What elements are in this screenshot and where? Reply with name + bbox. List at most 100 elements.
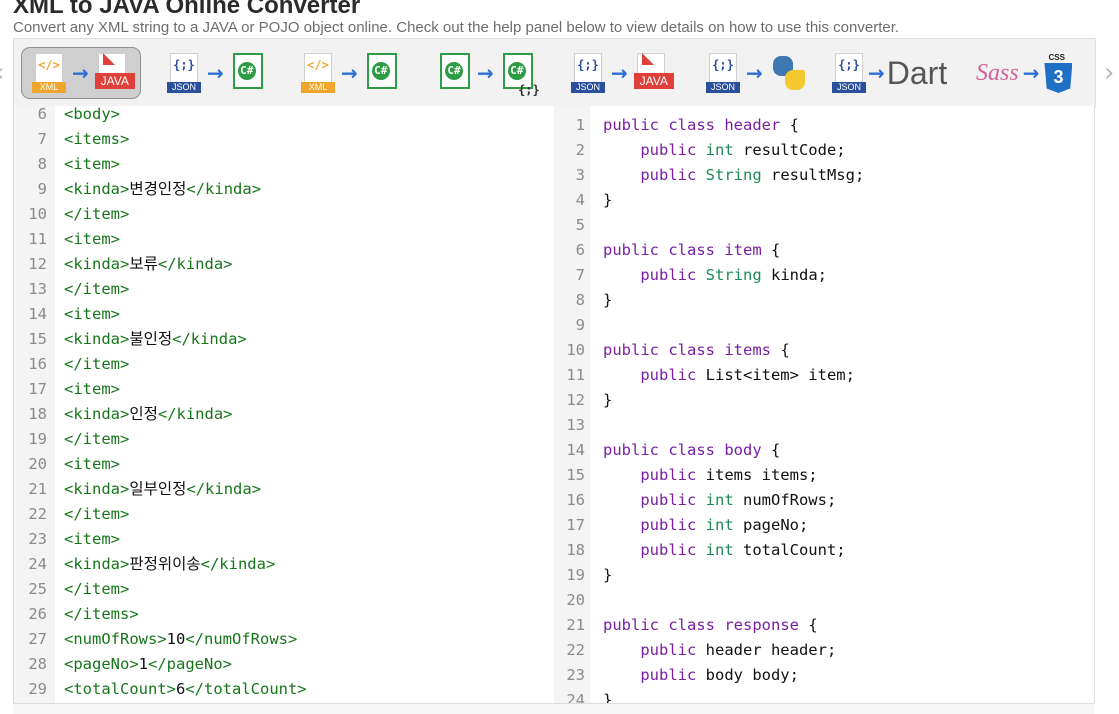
tool-csharp-to-json[interactable]: C# → C# {;} xyxy=(437,47,540,99)
code-line: 24} xyxy=(554,688,612,703)
code-text: public class items { xyxy=(603,338,790,363)
xml-close-tag: </kinda> xyxy=(157,255,233,273)
line-number: 27 xyxy=(28,630,47,648)
line-number: 26 xyxy=(28,605,47,623)
csharp-file-icon: C# xyxy=(364,53,398,93)
xml-tag: <item> xyxy=(64,230,120,248)
tool-json-to-csharp[interactable]: {;} JSON → C# xyxy=(167,47,264,99)
xml-open-tag: <kinda> xyxy=(64,480,130,498)
toolbar-next-icon[interactable]: › xyxy=(1104,58,1114,88)
tool-sass-to-css[interactable]: Sass → CSS 3 xyxy=(976,47,1073,99)
code-line: 9 xyxy=(554,313,603,338)
java-class-name: body xyxy=(724,441,762,459)
code-line: 21 <kinda>일부인정</kinda> xyxy=(14,477,261,502)
xml-value: 10 xyxy=(166,630,186,648)
line-number: 11 xyxy=(28,230,47,248)
java-text xyxy=(603,266,640,284)
line-number: 7 xyxy=(37,130,47,148)
xml-value: 보류 xyxy=(129,255,158,273)
xml-value: 일부인정 xyxy=(129,480,187,498)
java-text: } xyxy=(603,191,613,209)
java-text xyxy=(603,491,640,509)
line-number: 4 xyxy=(575,191,585,209)
line-number: 5 xyxy=(575,216,585,234)
java-output-editor[interactable]: 1 public class header {2 public int resul… xyxy=(554,106,1095,703)
json-file-icon: {;} JSON xyxy=(167,53,201,93)
arrow-icon: → xyxy=(868,61,885,85)
code-text: public int resultCode; xyxy=(603,138,845,163)
code-text: </item> xyxy=(64,577,129,602)
code-line: 7 public String kinda; xyxy=(554,263,827,288)
java-keyword: class xyxy=(668,441,725,459)
csharp-file-icon: C# xyxy=(230,53,264,93)
code-line: 11 public List<item> item; xyxy=(554,363,855,388)
line-number: 9 xyxy=(37,180,47,198)
code-line: 27 <numOfRows>10</numOfRows> xyxy=(14,627,297,652)
code-text: </items> xyxy=(64,602,139,627)
arrow-icon: → xyxy=(72,61,89,85)
code-line: 1 public class header { xyxy=(554,113,799,138)
dart-logo: Dart xyxy=(886,54,948,91)
code-text: public int numOfRows; xyxy=(603,488,836,513)
java-text: { xyxy=(761,241,781,259)
line-number: 24 xyxy=(566,691,585,703)
code-line: 4} xyxy=(554,188,613,213)
xml-close-tag: </totalCount> xyxy=(185,680,307,698)
xml-open-tag: <pageNo> xyxy=(64,655,139,673)
line-number: 10 xyxy=(28,205,47,223)
code-line: 20 <item> xyxy=(14,452,120,477)
csharp-file-icon: C# xyxy=(437,53,471,93)
xml-value: 6 xyxy=(175,680,186,698)
tool-xml-to-java[interactable]: </> XML → JAVA xyxy=(21,47,141,99)
xml-input-editor[interactable]: 6 <body> 7 <items> 8 <item> 9 <kinda>변경인정</kind… xyxy=(13,106,554,703)
code-line: 10 public class items { xyxy=(554,338,790,363)
java-keyword: public xyxy=(640,666,706,684)
line-number: 6 xyxy=(575,241,585,259)
code-text: </item> xyxy=(64,352,129,377)
java-text: List<item> item; xyxy=(705,366,855,384)
code-line: 14 <item> xyxy=(14,302,120,327)
line-number: 1 xyxy=(575,116,585,134)
tool-json-to-java[interactable]: {;} JSON → JAVA xyxy=(571,47,674,99)
line-number: 24 xyxy=(28,555,47,573)
code-line: 3 public String resultMsg; xyxy=(554,163,865,188)
line-number: 15 xyxy=(28,330,47,348)
code-line: 25 </item> xyxy=(14,577,129,602)
tool-xml-to-csharp[interactable]: </> XML → C# xyxy=(301,47,398,99)
code-line: 2 public int resultCode; xyxy=(554,138,846,163)
code-text: <item> xyxy=(64,302,120,327)
xml-file-icon: </> XML xyxy=(301,53,335,93)
java-text xyxy=(603,666,640,684)
java-class-name: item xyxy=(724,241,762,259)
java-keyword: class xyxy=(668,241,725,259)
java-class-name: items xyxy=(724,341,771,359)
xml-tag: <item> xyxy=(64,305,120,323)
code-line: 12 <kinda>보류</kinda> xyxy=(14,252,233,277)
line-number: 23 xyxy=(566,666,585,684)
xml-open-tag: <kinda> xyxy=(64,180,130,198)
code-line: 5 xyxy=(554,213,603,238)
xml-tag: </item> xyxy=(64,280,130,298)
code-line: 9 <kinda>변경인정</kinda> xyxy=(14,177,261,202)
java-text: kinda; xyxy=(761,266,827,284)
xml-tag: </item> xyxy=(64,580,130,598)
code-text: public int pageNo; xyxy=(603,513,808,538)
xml-value: 인정 xyxy=(129,405,158,423)
line-number: 6 xyxy=(37,106,47,123)
line-number: 17 xyxy=(28,380,47,398)
line-number: 25 xyxy=(28,580,47,598)
line-number: 14 xyxy=(566,441,585,459)
line-number: 23 xyxy=(28,530,47,548)
code-line: 20 xyxy=(554,588,603,613)
code-line: 19} xyxy=(554,563,612,588)
java-text xyxy=(603,366,640,384)
code-text: public class item { xyxy=(603,238,780,263)
tool-json-to-python[interactable]: {;} JSON → xyxy=(706,47,809,99)
xml-close-tag: </kinda> xyxy=(186,480,262,498)
xml-close-tag: </kinda> xyxy=(157,405,233,423)
toolbar-prev-icon[interactable]: ‹ xyxy=(0,58,4,88)
tool-json-to-dart[interactable]: {;} JSON → Dart xyxy=(832,47,947,99)
java-keyword: public xyxy=(640,541,706,559)
python-logo-icon xyxy=(769,53,809,93)
code-line: 18 public int totalCount; xyxy=(554,538,845,563)
